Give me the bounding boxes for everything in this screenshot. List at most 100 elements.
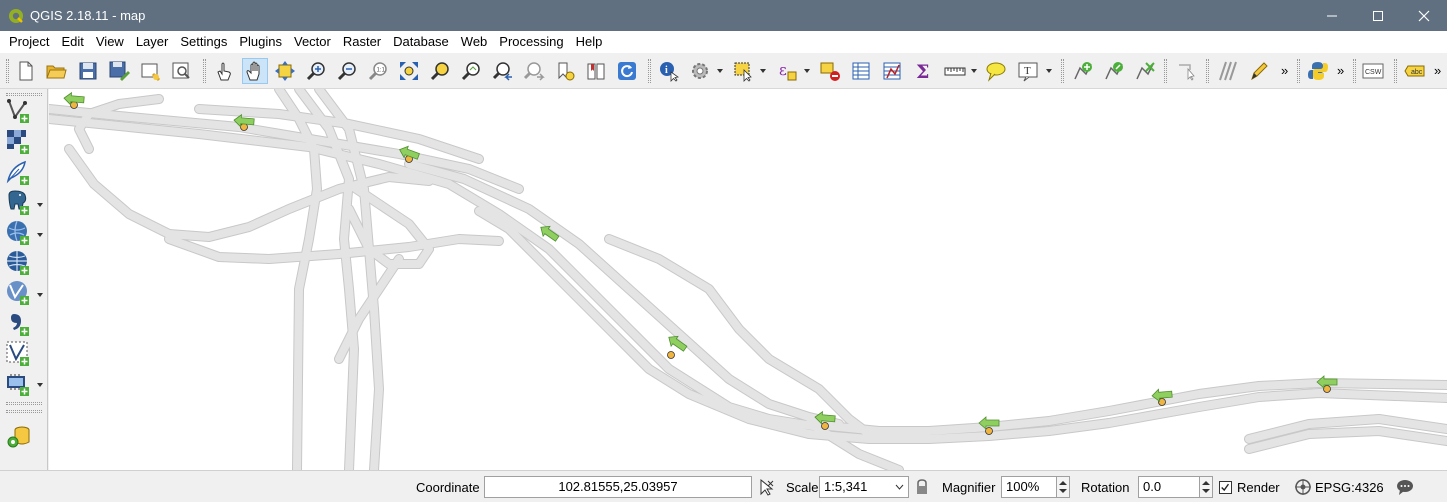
render-checkbox[interactable] bbox=[1219, 481, 1232, 494]
toolbar-handle[interactable] bbox=[6, 93, 42, 96]
open-field-calculator-button[interactable] bbox=[879, 58, 905, 84]
zoom-next-button[interactable] bbox=[521, 58, 547, 84]
add-wms-layer-button[interactable] bbox=[5, 219, 33, 247]
pan-map-button[interactable] bbox=[242, 58, 268, 84]
new-shapefile-layer-button[interactable] bbox=[5, 423, 33, 451]
toolbar-handle[interactable] bbox=[6, 402, 42, 405]
menu-vector[interactable]: Vector bbox=[288, 31, 337, 53]
composer-manager-button[interactable] bbox=[168, 58, 194, 84]
add-raster-layer-button[interactable] bbox=[5, 128, 33, 156]
menu-plugins[interactable]: Plugins bbox=[233, 31, 288, 53]
menu-edit[interactable]: Edit bbox=[55, 31, 89, 53]
zoom-to-layer-button[interactable] bbox=[458, 58, 484, 84]
advanced-digitizing-button[interactable] bbox=[1215, 58, 1241, 84]
toolbar-handle[interactable] bbox=[648, 59, 651, 83]
python-console-button[interactable] bbox=[1305, 58, 1331, 84]
menu-database[interactable]: Database bbox=[387, 31, 455, 53]
chevron-down-icon[interactable] bbox=[1045, 67, 1053, 75]
minimize-button[interactable] bbox=[1309, 0, 1355, 31]
georeference-delete-button[interactable] bbox=[1132, 58, 1158, 84]
rotation-field[interactable]: 0.0 bbox=[1138, 476, 1200, 498]
close-button[interactable] bbox=[1401, 0, 1447, 31]
add-postgis-layer-button[interactable] bbox=[5, 189, 33, 217]
touch-zoom-button[interactable] bbox=[211, 58, 237, 84]
point-marker[interactable] bbox=[1323, 385, 1331, 393]
save-project-button[interactable] bbox=[75, 58, 101, 84]
new-bookmark-button[interactable] bbox=[552, 58, 578, 84]
add-virtual-layer-button[interactable] bbox=[5, 340, 33, 368]
menu-raster[interactable]: Raster bbox=[337, 31, 387, 53]
menu-processing[interactable]: Processing bbox=[493, 31, 569, 53]
toolbar-handle[interactable] bbox=[6, 410, 42, 413]
refresh-button[interactable] bbox=[614, 58, 640, 84]
show-bookmarks-button[interactable] bbox=[583, 58, 609, 84]
chevron-down-icon[interactable] bbox=[716, 67, 724, 75]
new-project-button[interactable] bbox=[13, 58, 39, 84]
toolbar-handle[interactable] bbox=[1206, 59, 1209, 83]
run-feature-action-button[interactable] bbox=[687, 58, 713, 84]
zoom-in-button[interactable] bbox=[303, 58, 329, 84]
new-print-composer-button[interactable] bbox=[137, 58, 163, 84]
add-wcs-layer-button[interactable] bbox=[5, 249, 33, 277]
current-edits-button[interactable] bbox=[1246, 58, 1272, 84]
add-delimited-text-layer-button[interactable] bbox=[5, 310, 33, 338]
add-wfs-layer-button[interactable] bbox=[5, 279, 33, 307]
chevron-down-icon[interactable] bbox=[36, 201, 44, 209]
identify-button[interactable]: i bbox=[656, 58, 682, 84]
menu-web[interactable]: Web bbox=[455, 31, 494, 53]
chevron-down-icon[interactable] bbox=[970, 67, 978, 75]
select-by-expression-button[interactable]: ε bbox=[774, 58, 800, 84]
map-tips-button[interactable] bbox=[983, 58, 1009, 84]
toolbar-handle[interactable] bbox=[1394, 59, 1397, 83]
menu-help[interactable]: Help bbox=[570, 31, 609, 53]
pan-to-selection-button[interactable] bbox=[272, 58, 298, 84]
save-as-button[interactable] bbox=[106, 58, 132, 84]
toolbar-overflow-button[interactable]: » bbox=[1434, 63, 1441, 78]
menu-project[interactable]: Project bbox=[3, 31, 55, 53]
select-features-button[interactable] bbox=[730, 58, 756, 84]
menu-layer[interactable]: Layer bbox=[130, 31, 175, 53]
road-segment[interactable] bbox=[165, 235, 503, 263]
add-vector-layer-button[interactable] bbox=[5, 97, 33, 125]
mouse-cursor-icon[interactable] bbox=[757, 478, 775, 496]
toolbar-handle[interactable] bbox=[1353, 59, 1356, 83]
menu-view[interactable]: View bbox=[90, 31, 130, 53]
statistical-summary-button[interactable]: Σ bbox=[910, 58, 936, 84]
map-roads-layer[interactable] bbox=[49, 89, 1447, 470]
label-tool-button[interactable]: abc bbox=[1402, 58, 1428, 84]
georeference-add-button[interactable] bbox=[1070, 58, 1096, 84]
zoom-to-selection-button[interactable] bbox=[427, 58, 453, 84]
georeference-edit-button[interactable] bbox=[1101, 58, 1127, 84]
zoom-last-button[interactable] bbox=[490, 58, 516, 84]
chevron-down-icon[interactable] bbox=[895, 484, 904, 490]
open-attribute-table-button[interactable] bbox=[848, 58, 874, 84]
toolbar-overflow-button[interactable]: » bbox=[1281, 63, 1288, 78]
toolbar-handle[interactable] bbox=[203, 59, 206, 83]
rotation-spinner[interactable] bbox=[1199, 476, 1213, 498]
chevron-down-icon[interactable] bbox=[36, 231, 44, 239]
chevron-down-icon[interactable] bbox=[36, 291, 44, 299]
chevron-down-icon[interactable] bbox=[36, 381, 44, 389]
zoom-full-button[interactable] bbox=[396, 58, 422, 84]
coordinate-field[interactable]: 102.81555,25.03957 bbox=[484, 476, 752, 498]
deselect-all-button[interactable] bbox=[817, 58, 843, 84]
chevron-down-icon[interactable] bbox=[759, 67, 767, 75]
add-spatialite-layer-button[interactable] bbox=[5, 159, 33, 187]
add-gpx-layer-button[interactable] bbox=[5, 370, 33, 398]
maximize-button[interactable] bbox=[1355, 0, 1401, 31]
measure-line-button[interactable] bbox=[942, 58, 968, 84]
text-annotation-button[interactable]: T bbox=[1015, 58, 1041, 84]
metasearch-csw-button[interactable]: CSW bbox=[1360, 58, 1386, 84]
magnifier-spinner[interactable] bbox=[1056, 476, 1070, 498]
toolbar-handle[interactable] bbox=[1061, 59, 1064, 83]
point-marker[interactable] bbox=[667, 351, 675, 359]
point-marker[interactable] bbox=[985, 427, 993, 435]
toolbar-handle[interactable] bbox=[1297, 59, 1300, 83]
crs-button[interactable]: EPSG:4326 bbox=[1315, 480, 1384, 495]
digitizing-button[interactable] bbox=[1174, 58, 1200, 84]
zoom-out-button[interactable] bbox=[334, 58, 360, 84]
magnifier-field[interactable]: 100% bbox=[1001, 476, 1057, 498]
chevron-down-icon[interactable] bbox=[803, 67, 811, 75]
map-canvas[interactable] bbox=[49, 89, 1447, 470]
messages-icon[interactable] bbox=[1396, 478, 1414, 496]
